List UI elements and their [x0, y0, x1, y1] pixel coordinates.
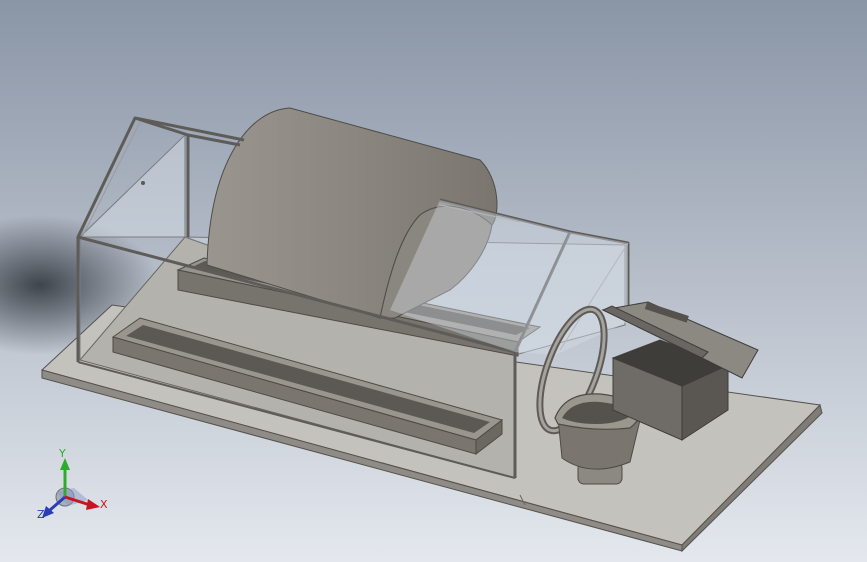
frame-screw [141, 181, 145, 185]
z-axis-label: Z [37, 508, 45, 521]
cad-graphics-viewport[interactable]: Y X Z [0, 0, 867, 562]
cad-model-scene[interactable]: Y X Z [0, 0, 867, 562]
y-axis-label: Y [58, 447, 66, 460]
x-axis-label: X [100, 498, 108, 511]
